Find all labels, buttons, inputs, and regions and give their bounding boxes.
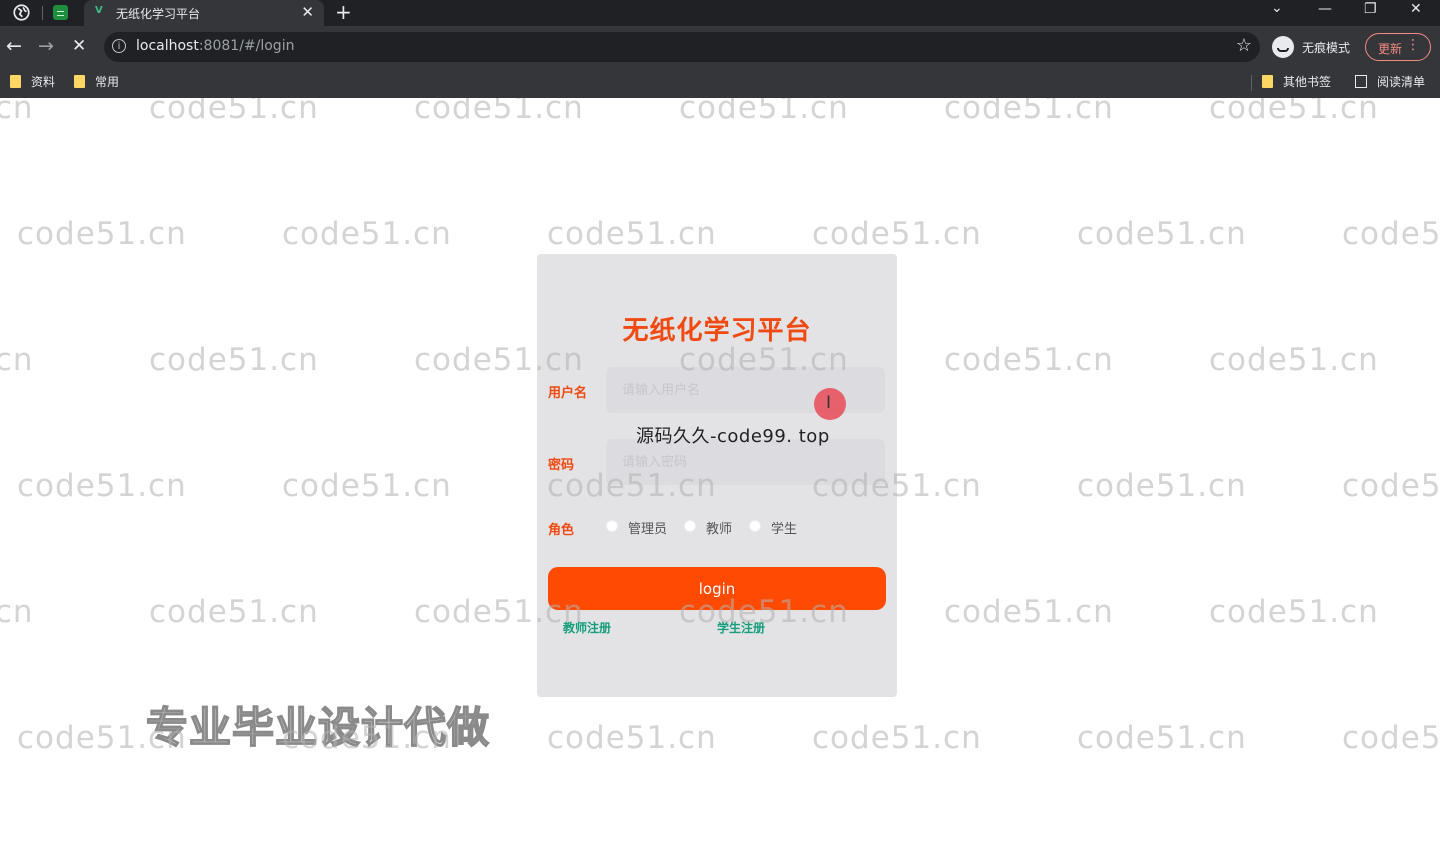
watermark: code5 bbox=[1342, 216, 1440, 252]
incognito-icon[interactable] bbox=[1272, 36, 1294, 58]
student-register-link[interactable]: 学生注册 bbox=[717, 619, 765, 636]
watermark: code51.cn bbox=[282, 216, 452, 252]
stop-loading-icon[interactable]: ✕ bbox=[72, 35, 86, 57]
bookmarks-separator bbox=[1251, 75, 1252, 91]
bookmark-folder-2[interactable]: 常用 bbox=[74, 73, 119, 90]
tab-separator bbox=[42, 6, 43, 20]
new-tab-button[interactable]: + bbox=[335, 1, 352, 23]
restore-icon[interactable]: ❐ bbox=[1364, 1, 1377, 17]
vue-favicon-icon: V bbox=[95, 5, 103, 16]
role-radio-admin[interactable] bbox=[606, 520, 618, 532]
globe-icon[interactable] bbox=[13, 4, 30, 21]
watermark: code51.cn bbox=[17, 468, 187, 504]
login-card: 无纸化学习平台 用户名 密码 角色 管理员 教师 学生 login 教师注册 学… bbox=[537, 254, 897, 697]
watermark: code51.cn bbox=[547, 216, 717, 252]
role-radio-student[interactable] bbox=[749, 520, 761, 532]
ad-overlay-text: 专业毕业设计代做 bbox=[145, 702, 491, 753]
folder-icon bbox=[74, 75, 85, 88]
watermark: code51.cn bbox=[944, 342, 1114, 378]
update-label: 更新 bbox=[1378, 42, 1403, 56]
watermark: .cn bbox=[0, 594, 34, 630]
role-radio-teacher[interactable] bbox=[684, 520, 696, 532]
watermark: code51.cn bbox=[679, 98, 849, 126]
back-arrow-icon[interactable]: ← bbox=[6, 35, 22, 57]
watermark: .cn bbox=[0, 342, 34, 378]
other-bookmarks[interactable]: 其他书签 bbox=[1262, 73, 1331, 90]
tab-close-icon[interactable]: ✕ bbox=[301, 3, 314, 21]
watermark: code51.cn bbox=[547, 720, 717, 756]
folder-icon bbox=[1262, 75, 1273, 88]
watermark: code51.cn bbox=[149, 98, 319, 126]
watermark: code51.cn bbox=[1209, 594, 1379, 630]
password-label: 密码 bbox=[548, 458, 575, 473]
menu-dots-icon: ⋮ bbox=[1406, 37, 1420, 53]
role-label-teacher[interactable]: 教师 bbox=[706, 518, 732, 537]
login-button[interactable]: login bbox=[548, 567, 886, 610]
teacher-register-link[interactable]: 教师注册 bbox=[563, 619, 611, 636]
watermark: code5 bbox=[1342, 468, 1440, 504]
watermark: code51.cn bbox=[149, 594, 319, 630]
role-label-student[interactable]: 学生 bbox=[771, 518, 797, 537]
watermark: code5 bbox=[1342, 720, 1440, 756]
watermark: code51.cn bbox=[944, 594, 1114, 630]
watermark: code51.cn bbox=[1077, 720, 1247, 756]
source-overlay-text: 源码久久-code99. top bbox=[636, 426, 830, 447]
spreadsheet-app-icon[interactable] bbox=[53, 5, 68, 20]
role-label: 角色 bbox=[548, 523, 575, 538]
watermark: code51.cn bbox=[812, 720, 982, 756]
watermark: code51.cn bbox=[1077, 468, 1247, 504]
watermark: code51.cn bbox=[944, 98, 1114, 126]
watermark: code51.cn bbox=[1209, 342, 1379, 378]
bookmarks-bar: 资料 常用 其他书签 阅读清单 bbox=[0, 68, 1440, 98]
folder-icon bbox=[10, 75, 21, 88]
watermark: code51.cn bbox=[282, 468, 452, 504]
url-text[interactable]: localhost:8081/#/login bbox=[136, 38, 294, 54]
update-button[interactable]: 更新 ⋮ bbox=[1365, 33, 1431, 61]
tab-bar: V 无纸化学习平台 ✕ + ⌄ — ❐ ✕ bbox=[0, 0, 1440, 26]
text-cursor-icon: I bbox=[826, 393, 832, 413]
role-label-admin[interactable]: 管理员 bbox=[628, 518, 667, 537]
bookmark-folder-1[interactable]: 资料 bbox=[10, 73, 55, 90]
forward-arrow-icon[interactable]: → bbox=[38, 35, 54, 57]
username-label: 用户名 bbox=[548, 386, 588, 401]
tab-title: 无纸化学习平台 bbox=[116, 7, 201, 21]
watermark: code51.cn bbox=[149, 342, 319, 378]
watermark: code51.cn bbox=[17, 216, 187, 252]
watermark: code51.cn bbox=[1209, 98, 1379, 126]
reading-list[interactable]: 阅读清单 bbox=[1355, 73, 1425, 90]
browser-toolbar: ← → ✕ i localhost:8081/#/login ☆ 无痕模式 更新… bbox=[0, 26, 1440, 68]
incognito-label[interactable]: 无痕模式 bbox=[1302, 39, 1350, 56]
bookmark-star-icon[interactable]: ☆ bbox=[1236, 35, 1252, 56]
watermark: .cn bbox=[0, 98, 34, 126]
tab-search-chevron-icon[interactable]: ⌄ bbox=[1271, 0, 1283, 16]
address-bar[interactable]: i localhost:8081/#/login ☆ bbox=[104, 32, 1260, 62]
watermark: code51.cn bbox=[1077, 216, 1247, 252]
minimize-icon[interactable]: — bbox=[1318, 1, 1332, 17]
tab-active[interactable]: V 无纸化学习平台 ✕ bbox=[84, 0, 324, 26]
window-close-icon[interactable]: ✕ bbox=[1410, 1, 1422, 17]
page-viewport: 无纸化学习平台 用户名 密码 角色 管理员 教师 学生 login 教师注册 学… bbox=[0, 98, 1440, 848]
login-title: 无纸化学习平台 bbox=[622, 316, 812, 346]
reading-list-icon bbox=[1355, 75, 1367, 88]
watermark: code51.cn bbox=[812, 216, 982, 252]
watermark: code51.cn bbox=[414, 98, 584, 126]
mouse-cursor-highlight: I bbox=[814, 388, 846, 420]
site-info-icon[interactable]: i bbox=[112, 39, 126, 53]
